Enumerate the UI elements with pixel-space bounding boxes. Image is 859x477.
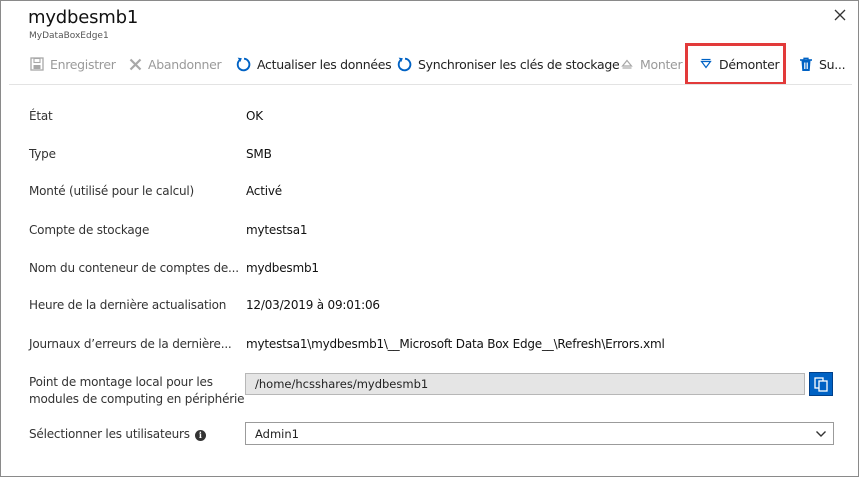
mount-point-field: /home/hcsshares/mydbesmb1 [245,373,805,395]
mounted-label: Monté (utilisé pour le calcul) [29,184,194,198]
close-button[interactable] [830,5,850,25]
unmount-label: Démonter [719,56,780,72]
toolbar-divider [9,84,852,85]
discard-label: Abandonner [148,56,222,72]
mount-label: Monter [640,56,683,72]
close-icon [834,9,846,21]
share-details-blade: mydbesmb1 MyDataBoxEdge1 Enregistrer Aba… [0,0,859,477]
sync-storage-keys-label: Synchroniser les clés de stockage [418,56,620,72]
copy-button[interactable] [809,372,833,396]
sync-storage-keys-button[interactable]: Synchroniser les clés de stockage [397,47,620,81]
state-value: OK [246,109,263,123]
storage-account-label: Compte de stockage [29,223,150,237]
delete-label: Su... [819,56,846,72]
state-label: État [29,109,53,123]
copy-icon [814,377,828,392]
type-label: Type [29,147,56,161]
container-name-value: mydbesmb1 [246,261,319,275]
select-users-label: Sélectionner les utilisateurs i [29,427,206,441]
sync-icon [397,56,413,72]
users-select-value: Admin1 [255,427,299,441]
refresh-data-label: Actualiser les données [257,56,392,72]
info-icon[interactable]: i [194,429,206,441]
mount-button[interactable]: Monter [619,47,683,81]
unmount-button[interactable]: Démonter [685,43,786,85]
save-label: Enregistrer [50,56,116,72]
storage-account-value: mytestsa1 [246,223,308,237]
save-icon [29,56,45,72]
trash-icon [798,56,814,72]
command-bar: Enregistrer Abandonner Actualiser les do… [1,43,859,85]
save-button[interactable]: Enregistrer [29,47,116,81]
select-users-label-text: Sélectionner les utilisateurs [29,427,190,441]
mount-icon [619,56,635,72]
mount-point-label-line2: modules de computing en périphérie [29,392,245,406]
page-subtitle: MyDataBoxEdge1 [29,31,109,41]
last-refresh-label: Heure de la dernière actualisation [29,298,227,312]
error-logs-value: mytestsa1\mydbesmb1\__Microsoft Data Box… [246,337,665,351]
delete-button[interactable]: Su... [798,47,846,81]
unmount-icon [698,56,714,72]
type-value: SMB [246,147,272,161]
container-name-label: Nom du conteneur de comptes de... [29,261,239,275]
chevron-down-icon [816,431,826,437]
last-refresh-value: 12/03/2019 à 09:01:06 [246,298,380,312]
refresh-data-button[interactable]: Actualiser les données [236,47,392,81]
error-logs-label: Journaux d’erreurs de la dernière... [29,337,232,351]
page-title: mydbesmb1 [28,7,139,28]
users-select[interactable]: Admin1 [245,422,834,445]
discard-icon [127,56,143,72]
refresh-icon [236,56,252,72]
discard-button[interactable]: Abandonner [127,47,222,81]
mounted-value: Activé [246,184,282,198]
mount-point-label-line1: Point de montage local pour les [29,375,213,389]
